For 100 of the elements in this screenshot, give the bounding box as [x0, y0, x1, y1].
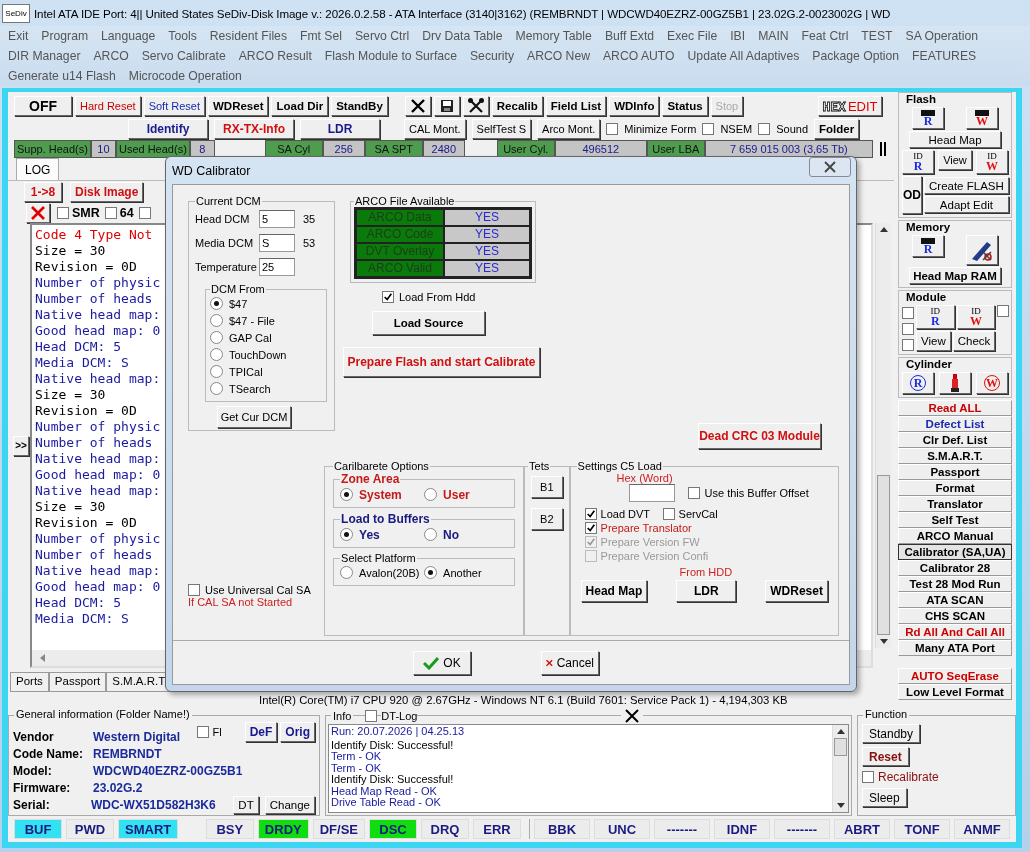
toolbar-button[interactable]: Arco Mont. [537, 119, 601, 139]
clear-button[interactable] [26, 203, 50, 223]
menu-item[interactable]: Exec File [667, 29, 718, 43]
checkbox[interactable] [104, 207, 117, 219]
function-button[interactable]: AUTO SeqErase [898, 668, 1012, 684]
input-field[interactable]: 25 [259, 258, 295, 276]
toolbar-button[interactable]: SelfTest S [471, 119, 532, 139]
toolbar-button[interactable]: WDInfo [609, 96, 660, 116]
down-arrow-icon[interactable] [879, 639, 888, 644]
ok-button[interactable]: OK [413, 650, 471, 675]
input-field[interactable]: S [259, 234, 295, 252]
function-button[interactable]: Passport [898, 464, 1012, 480]
function-button[interactable]: S.M.A.R.T. [898, 448, 1012, 464]
save-button[interactable] [433, 96, 460, 116]
function-button[interactable]: Defect List [898, 416, 1012, 432]
menu-item[interactable]: ARCO Result [238, 49, 312, 63]
toolbar-button[interactable]: Identify [128, 119, 208, 139]
radio-button[interactable] [210, 297, 223, 310]
log-button[interactable]: Disk Image [70, 182, 144, 202]
prepare-button[interactable]: Prepare Flash and start Calibrate [343, 347, 540, 377]
id-read-button[interactable]: ID R [902, 150, 934, 174]
read-button[interactable]: R [912, 107, 944, 129]
toolbar-button[interactable]: Recalib [491, 96, 543, 116]
function-button[interactable]: ATA SCAN [898, 592, 1012, 608]
toolbar-button[interactable]: StandBy [331, 96, 388, 116]
menu-item[interactable]: DIR Manager [8, 49, 81, 63]
menu-item[interactable]: Microcode Operation [128, 69, 242, 83]
hex-edit-button[interactable]: HEX EDIT [818, 96, 882, 116]
create-flash-button[interactable]: Create FLASH [924, 177, 1009, 194]
head-map-ram-button[interactable]: Head Map RAM [909, 267, 1001, 284]
up-arrow-icon[interactable] [836, 729, 845, 734]
down-arrow-icon[interactable] [836, 803, 845, 808]
menu-item[interactable]: Resident Files [209, 29, 287, 43]
write-button[interactable]: W [976, 372, 1008, 394]
checkbox[interactable] [188, 584, 200, 596]
radio-button[interactable] [424, 566, 438, 579]
test-button[interactable]: B2 [530, 508, 563, 530]
dead-crc-button[interactable]: Dead CRC 03 Module [698, 423, 821, 449]
checkbox[interactable] [584, 508, 597, 520]
menu-item[interactable]: Buff Extd [604, 29, 655, 43]
settings-button[interactable]: Head Map [580, 580, 648, 602]
function-button[interactable]: ARCO Manual [898, 528, 1012, 544]
toolbar-button[interactable]: CAL Mont. [404, 119, 466, 139]
serial-button[interactable]: Change [264, 795, 315, 814]
sleep-button[interactable]: Sleep [862, 788, 907, 807]
left-arrow-icon[interactable] [40, 654, 46, 662]
toolbar-button[interactable]: WDReset [208, 96, 269, 116]
scroll-thumb[interactable] [834, 738, 847, 756]
checkbox[interactable] [997, 305, 1010, 317]
tab[interactable]: Passport [48, 672, 107, 692]
function-button[interactable]: Format [898, 480, 1012, 496]
tools-button[interactable] [462, 96, 489, 116]
menu-item[interactable]: TEST [861, 29, 893, 43]
menu-item[interactable]: Program [41, 29, 89, 43]
checkbox[interactable] [687, 487, 700, 499]
menu-item[interactable]: Drv Data Table [422, 29, 503, 43]
test-button[interactable]: B1 [530, 476, 563, 498]
log-tab[interactable]: LOG [16, 158, 60, 180]
function-button[interactable]: Many ATA Port [898, 640, 1012, 656]
menu-item[interactable]: Tools [168, 29, 197, 43]
checkbox[interactable] [758, 123, 771, 135]
load-source-button[interactable]: Load Source [372, 311, 485, 335]
head-map-button[interactable]: Head Map [909, 131, 1001, 148]
folder-button[interactable]: Orig [280, 722, 315, 742]
radio-button[interactable] [424, 488, 438, 501]
toolbar-button[interactable]: LDR [300, 119, 380, 139]
menu-item[interactable]: IBI [730, 29, 746, 43]
menu-item[interactable]: Update All Adaptives [687, 49, 800, 63]
id-write-button[interactable]: ID W [956, 305, 996, 329]
function-button[interactable]: CHS SCAN [898, 608, 1012, 624]
function-button[interactable]: Read ALL [898, 400, 1012, 416]
menu-item[interactable]: Feat Ctrl [801, 29, 849, 43]
menu-item[interactable]: Flash Module to Surface [324, 49, 457, 63]
menu-item[interactable]: MAIN [758, 29, 789, 43]
get-dcm-button[interactable]: Get Cur DCM [217, 406, 291, 428]
radio-button[interactable] [340, 566, 354, 579]
scroll-thumb[interactable] [877, 475, 890, 635]
checkbox[interactable] [584, 522, 597, 534]
checkbox[interactable] [662, 508, 675, 520]
checkbox[interactable] [382, 291, 394, 303]
menu-item[interactable]: FEATURES [912, 49, 977, 63]
menu-item[interactable]: Fmt Sel [300, 29, 342, 43]
tab[interactable]: Ports [10, 672, 49, 692]
radio-button[interactable] [210, 348, 223, 361]
toolbar-button[interactable]: Soft Reset [143, 96, 205, 116]
toolbar-button[interactable]: Hard Reset [75, 96, 141, 116]
function-button[interactable]: Calibrator 28 [898, 560, 1012, 576]
function-button[interactable]: Self Test [898, 512, 1012, 528]
reset-button[interactable]: Reset [862, 747, 909, 766]
checkbox[interactable] [138, 207, 151, 219]
checkbox[interactable] [197, 726, 210, 738]
radio-button[interactable] [210, 365, 223, 378]
input-field[interactable]: 5 [259, 210, 295, 228]
radio-button[interactable] [340, 528, 354, 541]
read-button[interactable]: R [902, 372, 934, 394]
settings-button[interactable]: WDReset [765, 580, 828, 602]
view-button[interactable]: View [938, 150, 972, 170]
toolbar-button[interactable]: Status [662, 96, 708, 116]
function-button[interactable]: Low Level Format [898, 684, 1012, 700]
menu-item[interactable]: Exit [8, 29, 29, 43]
